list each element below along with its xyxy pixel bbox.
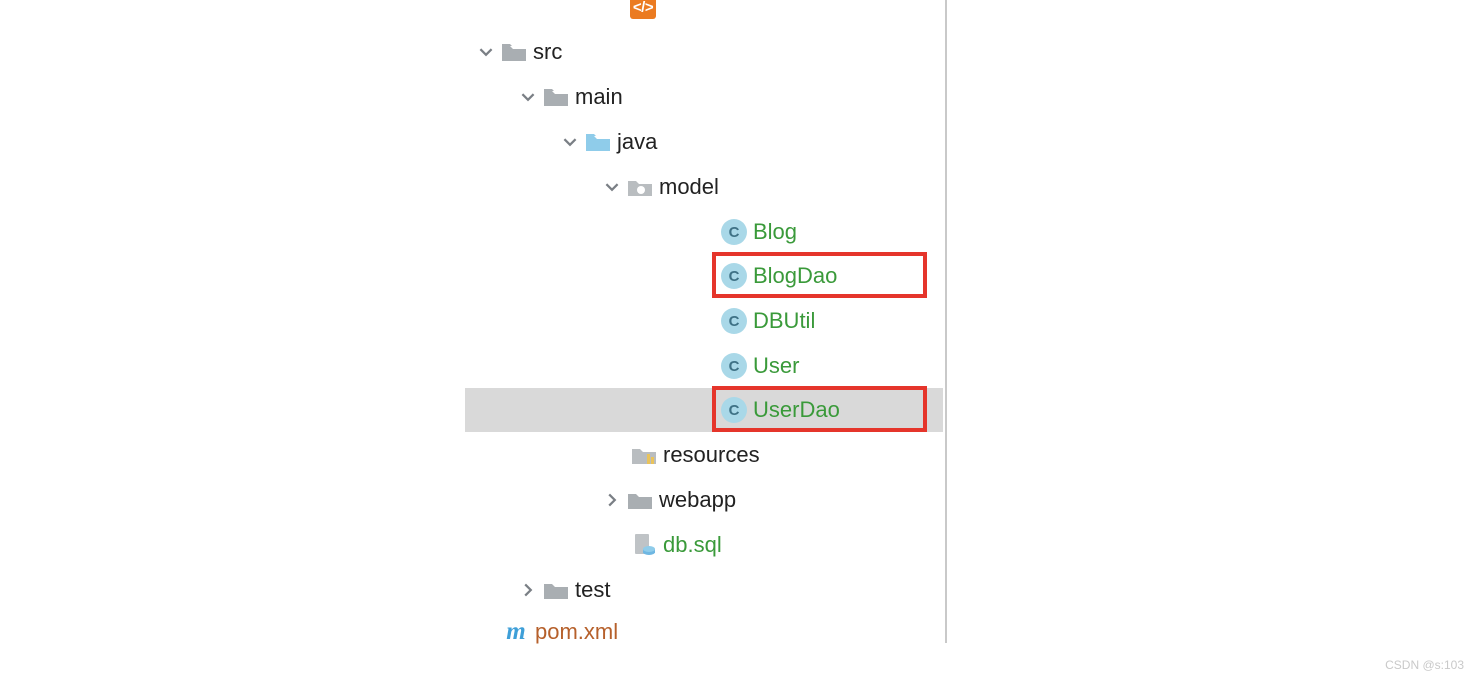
selection-highlight <box>465 388 943 432</box>
tree-item-label: db.sql <box>663 532 722 558</box>
tree-item-label: User <box>753 353 799 379</box>
folder-icon <box>501 41 527 63</box>
chevron-right-icon[interactable] <box>603 491 621 509</box>
tree-item-webapp[interactable]: webapp <box>603 478 736 522</box>
chevron-down-icon[interactable] <box>477 43 495 61</box>
tree-item-dbutil[interactable]: C DBUtil <box>721 299 815 343</box>
tree-item-main[interactable]: main <box>519 75 623 119</box>
tree-item-resources[interactable]: resources <box>631 433 760 477</box>
tree-item-model[interactable]: model <box>603 165 719 209</box>
folder-icon <box>627 489 653 511</box>
folder-icon <box>543 86 569 108</box>
chevron-down-icon[interactable] <box>603 178 621 196</box>
panel-divider <box>945 0 947 643</box>
class-icon: C <box>721 263 747 289</box>
xml-file-icon: </> <box>630 0 656 19</box>
class-icon: C <box>721 397 747 423</box>
tree-item-pom[interactable]: m pom.xml <box>503 610 618 654</box>
class-icon: C <box>721 353 747 379</box>
tree-item-blogdao[interactable]: C BlogDao <box>721 254 837 298</box>
resources-folder-icon <box>631 444 657 466</box>
tree-item-label: resources <box>663 442 760 468</box>
tree-item-src[interactable]: src <box>477 30 562 74</box>
tree-item-label: model <box>659 174 719 200</box>
tree-item-label: main <box>575 84 623 110</box>
tree-item-label: java <box>617 129 657 155</box>
tree-item-user[interactable]: C User <box>721 344 799 388</box>
tree-item-label: Blog <box>753 219 797 245</box>
class-icon: C <box>721 219 747 245</box>
tree-item-truncated[interactable]: </> <box>630 0 662 19</box>
tree-item-label: pom.xml <box>535 619 618 645</box>
tree-item-label: BlogDao <box>753 263 837 289</box>
chevron-right-icon[interactable] <box>519 581 537 599</box>
source-folder-icon <box>585 131 611 153</box>
tree-item-label: UserDao <box>753 397 840 423</box>
chevron-down-icon[interactable] <box>519 88 537 106</box>
package-icon <box>627 176 653 198</box>
maven-icon: m <box>503 619 529 645</box>
chevron-down-icon[interactable] <box>561 133 579 151</box>
project-tree-panel: </> src main java model C Bl <box>465 0 947 643</box>
tree-item-java[interactable]: java <box>561 120 657 164</box>
tree-item-userdao[interactable]: C UserDao <box>721 388 840 432</box>
tree-item-label: test <box>575 577 610 603</box>
folder-icon <box>543 579 569 601</box>
tree-item-test[interactable]: test <box>519 568 610 612</box>
tree-item-label: src <box>533 39 562 65</box>
sql-file-icon <box>631 532 657 558</box>
class-icon: C <box>721 308 747 334</box>
tree-item-blog[interactable]: C Blog <box>721 210 797 254</box>
watermark: CSDN @s:103 <box>1385 658 1464 672</box>
tree-item-label: DBUtil <box>753 308 815 334</box>
tree-item-label: webapp <box>659 487 736 513</box>
tree-item-dbsql[interactable]: db.sql <box>631 523 722 567</box>
